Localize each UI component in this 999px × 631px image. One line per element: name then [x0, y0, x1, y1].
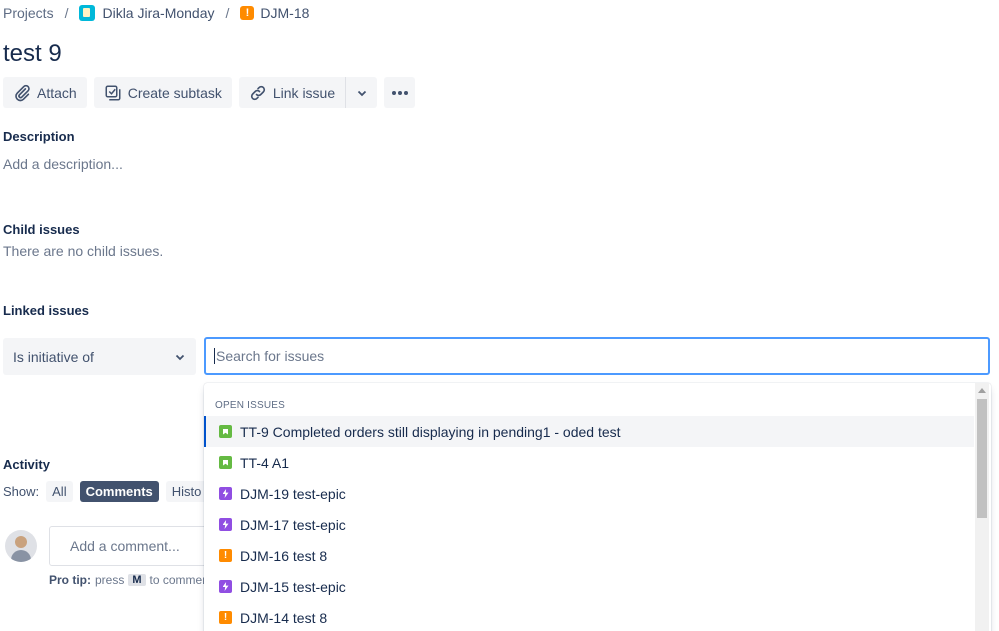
dropdown-scrollbar[interactable]: [975, 383, 989, 631]
issue-title[interactable]: test 9: [3, 40, 62, 68]
link-icon: [250, 85, 265, 100]
filter-comments-button[interactable]: Comments: [79, 481, 159, 502]
pro-tip-key: M: [128, 574, 146, 586]
activity-heading: Activity: [3, 457, 50, 472]
breadcrumb-separator: /: [64, 5, 69, 21]
comment-placeholder: Add a comment...: [70, 538, 180, 554]
attach-button[interactable]: Attach: [3, 77, 87, 108]
dropdown-list: TT-9 Completed orders still displaying i…: [204, 416, 974, 631]
issue-search-placeholder: Search for issues: [216, 348, 325, 364]
pro-tip-press: press: [95, 573, 125, 587]
link-issue-label: Link issue: [272, 84, 336, 101]
child-issues-heading: Child issues: [3, 222, 80, 237]
epic-icon: [219, 487, 232, 500]
issue-search-dropdown: OPEN ISSUES TT-9 Completed orders still …: [204, 383, 991, 631]
link-type-value: Is initiative of: [13, 348, 94, 365]
dropdown-item-text: DJM-17 test-epic: [240, 516, 346, 533]
create-subtask-label: Create subtask: [127, 84, 222, 101]
comment-input[interactable]: Add a comment...: [49, 526, 219, 566]
dropdown-item[interactable]: ! DJM-16 test 8: [204, 540, 974, 571]
more-icon: [391, 90, 408, 95]
dropdown-item[interactable]: TT-9 Completed orders still displaying i…: [204, 416, 974, 447]
dropdown-item-text: TT-4 A1: [240, 454, 290, 471]
epic-icon: [219, 518, 232, 531]
bug-icon: !: [219, 549, 232, 562]
dropdown-item[interactable]: ! DJM-14 test 8: [204, 602, 974, 631]
avatar: [5, 530, 37, 562]
filter-all-button[interactable]: All: [46, 481, 73, 502]
dropdown-heading: OPEN ISSUES: [215, 400, 285, 411]
breadcrumb-separator: /: [225, 5, 230, 21]
description-heading: Description: [3, 129, 75, 144]
scrollbar-thumb[interactable]: [977, 399, 987, 518]
more-actions-button[interactable]: [384, 77, 416, 108]
dropdown-item-text: DJM-15 test-epic: [240, 578, 346, 595]
bug-icon: !: [240, 6, 255, 20]
breadcrumb-projects[interactable]: Projects: [3, 5, 54, 21]
breadcrumb-issue-key: DJM-18: [260, 5, 310, 21]
chevron-down-icon: [175, 354, 185, 360]
create-subtask-button[interactable]: Create subtask: [93, 77, 232, 108]
link-issue-group: Link issue: [238, 77, 378, 108]
breadcrumb-issue[interactable]: ! DJM-18: [240, 5, 309, 21]
breadcrumb-project-name: Dikla Jira-Monday: [102, 5, 215, 21]
epic-icon: [219, 580, 232, 593]
description-placeholder[interactable]: Add a description...: [3, 156, 123, 172]
dropdown-item[interactable]: DJM-19 test-epic: [204, 478, 974, 509]
linked-issues-heading: Linked issues: [3, 303, 89, 318]
text-caret: [214, 348, 215, 364]
dropdown-item-text: DJM-19 test-epic: [240, 485, 346, 502]
story-icon: [219, 456, 232, 469]
filter-history-button[interactable]: Histo: [165, 481, 208, 502]
dropdown-item-text: DJM-14 test 8: [240, 609, 328, 626]
story-icon: [219, 425, 232, 438]
child-issues-empty: There are no child issues.: [3, 243, 164, 259]
attach-label: Attach: [37, 84, 77, 101]
breadcrumb: Projects / Dikla Jira-Monday / ! DJM-18: [3, 5, 309, 21]
link-type-select[interactable]: Is initiative of: [3, 338, 196, 375]
dropdown-item-text: DJM-16 test 8: [240, 547, 328, 564]
link-issue-button[interactable]: Link issue: [239, 77, 345, 108]
breadcrumb-project[interactable]: Dikla Jira-Monday: [79, 5, 215, 21]
issue-toolbar: Attach Create subtask Link issue: [3, 77, 416, 108]
dropdown-item[interactable]: TT-4 A1: [204, 447, 974, 478]
issue-search-input[interactable]: Search for issues: [204, 337, 990, 375]
show-label: Show:: [3, 484, 40, 499]
scroll-up-arrow-icon[interactable]: [978, 388, 986, 393]
project-avatar-icon: [79, 5, 96, 21]
pro-tip: Pro tip: press M to comment: [49, 573, 212, 587]
link-issue-dropdown-button[interactable]: [346, 77, 377, 108]
chevron-down-icon: [357, 90, 366, 96]
dropdown-item-text: TT-9 Completed orders still displaying i…: [240, 423, 621, 440]
dropdown-item[interactable]: DJM-15 test-epic: [204, 571, 974, 602]
activity-filter: Show: All Comments Histo: [3, 481, 208, 502]
bug-icon: !: [219, 611, 232, 624]
pro-tip-label: Pro tip:: [49, 573, 91, 587]
pro-tip-rest: to comment: [149, 573, 213, 587]
subtask-icon: [105, 85, 121, 100]
dropdown-item[interactable]: DJM-17 test-epic: [204, 509, 974, 540]
paperclip-icon: [15, 84, 30, 101]
